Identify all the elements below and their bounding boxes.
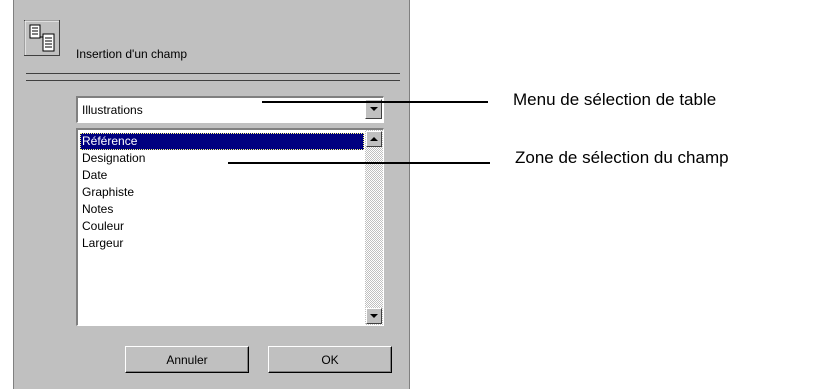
callout-line-field-zone [228, 162, 490, 164]
list-item[interactable]: Notes [80, 201, 364, 218]
chevron-down-icon [370, 314, 378, 318]
list-item[interactable]: Référence [80, 133, 364, 150]
list-item[interactable]: Designation [80, 150, 364, 167]
list-item[interactable]: Date [80, 167, 364, 184]
chevron-down-icon [369, 107, 378, 111]
table-select-value: Illustrations [82, 103, 143, 117]
callout-line-table-menu [262, 101, 488, 103]
callout-label-table-menu: Menu de sélection de table [513, 90, 717, 109]
list-item[interactable]: Largeur [80, 235, 364, 252]
scroll-down-button[interactable] [366, 308, 382, 324]
list-item[interactable]: Couleur [80, 218, 364, 235]
insert-field-dialog: Insertion d'un champ Illustrations Référ… [13, 0, 410, 389]
chevron-up-icon [370, 137, 378, 141]
cancel-button[interactable]: Annuler [125, 346, 249, 373]
field-list[interactable]: Référence Designation Date Graphiste Not… [76, 128, 384, 326]
callout-label-field-zone: Zone de sélection du champ [515, 148, 729, 167]
dialog-title: Insertion d'un champ [76, 47, 188, 61]
header-divider [26, 80, 400, 81]
vertical-scrollbar[interactable] [365, 130, 383, 325]
scroll-up-button[interactable] [366, 131, 382, 147]
list-item[interactable]: Graphiste [80, 184, 364, 201]
ok-button[interactable]: OK [268, 346, 392, 373]
table-field-icon [24, 20, 60, 56]
header-divider [26, 73, 400, 74]
field-list-items: Référence Designation Date Graphiste Not… [80, 133, 364, 252]
